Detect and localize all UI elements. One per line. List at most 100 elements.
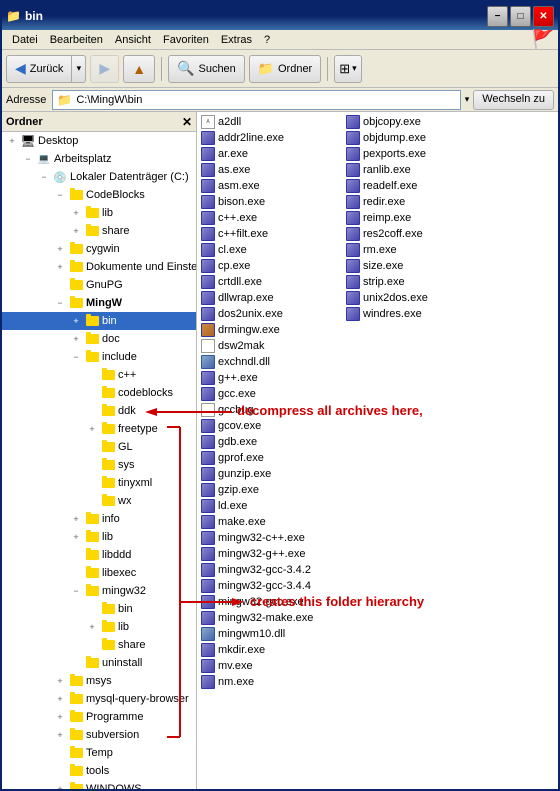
tree-item-dokumente[interactable]: + Dokumente und Einstellungen	[2, 258, 196, 276]
tree-item-lib[interactable]: + lib	[2, 204, 196, 222]
expand-subversion[interactable]: +	[52, 727, 68, 743]
file-item-as[interactable]: as.exe	[199, 162, 344, 178]
tree-item-lokaler[interactable]: − 💿 Lokaler Datenträger (C:)	[2, 168, 196, 186]
tree-item-libexec[interactable]: libexec	[2, 564, 196, 582]
tree-item-tools[interactable]: tools	[2, 762, 196, 780]
go-button[interactable]: Wechseln zu	[473, 90, 554, 110]
tree-item-sys[interactable]: sys	[2, 456, 196, 474]
tree-item-mingw[interactable]: − MingW	[2, 294, 196, 312]
expand-mingw32[interactable]: −	[68, 583, 84, 599]
file-item-dos2unix[interactable]: dos2unix.exe	[199, 306, 344, 322]
tree-item-mysql[interactable]: + mysql-query-browser	[2, 690, 196, 708]
expand-include[interactable]: −	[68, 349, 84, 365]
tree-item-uninstall[interactable]: uninstall	[2, 654, 196, 672]
tree-item-subversion[interactable]: + subversion	[2, 726, 196, 744]
expand-info[interactable]: +	[68, 511, 84, 527]
folders-button[interactable]: 📁 Ordner	[249, 55, 321, 83]
menu-bearbeiten[interactable]: Bearbeiten	[44, 32, 109, 48]
tree-item-desktop[interactable]: + 🖥 Desktop	[2, 132, 196, 150]
tree-item-lib2[interactable]: + lib	[2, 528, 196, 546]
expand-doc[interactable]: +	[68, 331, 84, 347]
tree-item-bin2[interactable]: bin	[2, 600, 196, 618]
tree-item-tinyxml[interactable]: tinyxml	[2, 474, 196, 492]
expand-bin[interactable]: +	[68, 313, 84, 329]
tree-item-temp[interactable]: Temp	[2, 744, 196, 762]
file-item-mingw32gccexe[interactable]: mingw32-gcc.exe	[199, 594, 344, 610]
file-item-windres[interactable]: windres.exe	[344, 306, 489, 322]
file-item-reimp[interactable]: reimp.exe	[344, 210, 489, 226]
file-item-redir[interactable]: redir.exe	[344, 194, 489, 210]
menu-extras[interactable]: Extras	[215, 32, 258, 48]
expand-msys[interactable]: +	[52, 673, 68, 689]
file-item-drmingw[interactable]: drmingw.exe	[199, 322, 344, 338]
file-item-make[interactable]: make.exe	[199, 514, 344, 530]
minimize-button[interactable]: −	[487, 6, 508, 27]
tree-item-programme[interactable]: + Programme	[2, 708, 196, 726]
file-item-ld[interactable]: ld.exe	[199, 498, 344, 514]
file-item-mingw32gcc342[interactable]: mingw32-gcc-3.4.2	[199, 562, 344, 578]
file-item-mingw32make[interactable]: mingw32-make.exe	[199, 610, 344, 626]
views-button[interactable]: ⊞ ▾	[334, 55, 361, 83]
file-item-unix2dos[interactable]: unix2dos.exe	[344, 290, 489, 306]
tree-item-include[interactable]: − include	[2, 348, 196, 366]
expand-codeblocks[interactable]: −	[52, 187, 68, 203]
expand-dokumente[interactable]: +	[52, 259, 68, 275]
tree-item-bin[interactable]: + bin	[2, 312, 196, 330]
file-item-gdb[interactable]: gdb.exe	[199, 434, 344, 450]
file-item-gplusplus[interactable]: g++.exe	[199, 370, 344, 386]
expand-share[interactable]: +	[68, 223, 84, 239]
file-item-nm[interactable]: nm.exe	[199, 674, 344, 690]
up-button[interactable]: ▲	[123, 55, 155, 83]
expand-lokaler[interactable]: −	[36, 169, 52, 185]
expand-mingw[interactable]: −	[52, 295, 68, 311]
tree-item-lib3[interactable]: + lib	[2, 618, 196, 636]
file-item-gprof[interactable]: gprof.exe	[199, 450, 344, 466]
menu-ansicht[interactable]: Ansicht	[109, 32, 157, 48]
file-item-gccbug[interactable]: gccbug	[199, 402, 344, 418]
file-item-exchndl[interactable]: exchndl.dll	[199, 354, 344, 370]
expand-lib2[interactable]: +	[68, 529, 84, 545]
file-item-mingw32gcc344[interactable]: mingw32-gcc-3.4.4	[199, 578, 344, 594]
file-item-mkdir[interactable]: mkdir.exe	[199, 642, 344, 658]
back-dropdown[interactable]: ▾	[72, 55, 86, 83]
tree-item-share2[interactable]: share	[2, 636, 196, 654]
file-item-ar[interactable]: ar.exe	[199, 146, 344, 162]
file-item-readelf[interactable]: readelf.exe	[344, 178, 489, 194]
expand-desktop[interactable]: +	[4, 133, 20, 149]
file-item-bison[interactable]: bison.exe	[199, 194, 344, 210]
file-item-cplusplus[interactable]: c++.exe	[199, 210, 344, 226]
expand-lib3[interactable]: +	[84, 619, 100, 635]
file-item-gzip[interactable]: gzip.exe	[199, 482, 344, 498]
file-item-strip[interactable]: strip.exe	[344, 274, 489, 290]
tree-item-cygwin[interactable]: + cygwin	[2, 240, 196, 258]
expand-lib[interactable]: +	[68, 205, 84, 221]
menu-help[interactable]: ?	[258, 32, 276, 48]
file-item-mingw32cplusplus[interactable]: mingw32-c++.exe	[199, 530, 344, 546]
tree-item-wx[interactable]: wx	[2, 492, 196, 510]
file-item-pexports[interactable]: pexports.exe	[344, 146, 489, 162]
search-button[interactable]: 🔍 Suchen	[168, 55, 245, 83]
tree-item-freetype[interactable]: + freetype	[2, 420, 196, 438]
address-input[interactable]: 📁 C:\MingW\bin	[52, 90, 460, 110]
tree-item-arbeitsplatz[interactable]: − 💻 Arbeitsplatz	[2, 150, 196, 168]
tree-item-info[interactable]: + info	[2, 510, 196, 528]
menu-favoriten[interactable]: Favoriten	[157, 32, 215, 48]
expand-windows[interactable]: +	[52, 781, 68, 791]
file-item-cp[interactable]: cp.exe	[199, 258, 344, 274]
file-item-size[interactable]: size.exe	[344, 258, 489, 274]
file-item-objdump[interactable]: objdump.exe	[344, 130, 489, 146]
tree-item-cxx[interactable]: c++	[2, 366, 196, 384]
file-item-gcc[interactable]: gcc.exe	[199, 386, 344, 402]
file-item-crtdll[interactable]: crtdll.exe	[199, 274, 344, 290]
file-item-mingw32gplusplus[interactable]: mingw32-g++.exe	[199, 546, 344, 562]
file-item-cplusfilt[interactable]: c++filt.exe	[199, 226, 344, 242]
file-item-a2dll[interactable]: A a2dll	[199, 114, 344, 130]
tree-item-ddk[interactable]: ddk	[2, 402, 196, 420]
tree-item-codeblocks[interactable]: − CodeBlocks	[2, 186, 196, 204]
file-item-ranlib[interactable]: ranlib.exe	[344, 162, 489, 178]
file-item-addr2line[interactable]: addr2line.exe	[199, 130, 344, 146]
expand-programme[interactable]: +	[52, 709, 68, 725]
back-button[interactable]: ◀ Zurück	[6, 55, 72, 83]
tree-item-share[interactable]: + share	[2, 222, 196, 240]
file-item-objcopy[interactable]: objcopy.exe	[344, 114, 489, 130]
